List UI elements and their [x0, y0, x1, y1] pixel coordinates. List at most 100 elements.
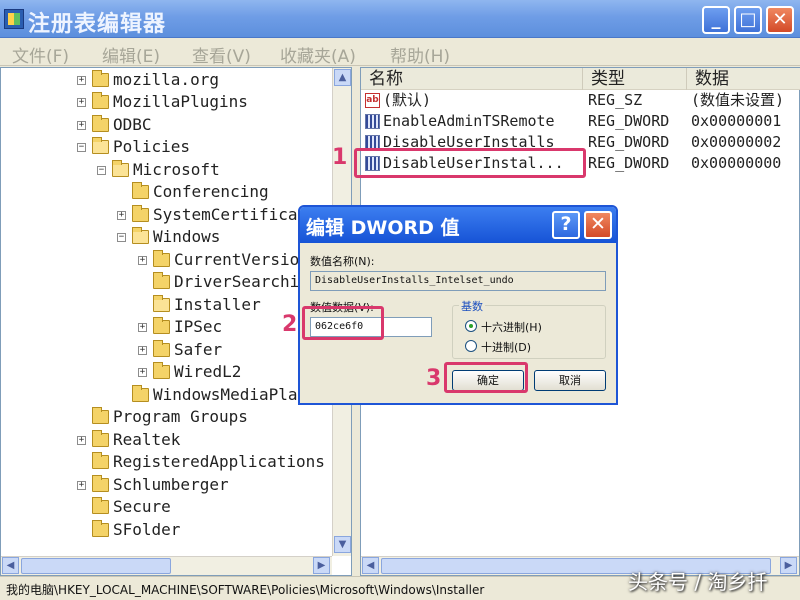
open-folder-icon [153, 295, 170, 312]
tree-item-label: Conferencing [153, 182, 269, 201]
tree-item-label: mozilla.org [113, 70, 219, 89]
dialog-close-button[interactable]: ✕ [584, 211, 612, 239]
tree-item-label: CurrentVersion [174, 250, 309, 269]
collapse-icon[interactable]: − [97, 166, 106, 175]
scroll-left-arrow-icon[interactable]: ◀ [362, 557, 379, 574]
scroll-thumb[interactable] [21, 558, 171, 574]
menu-favorites[interactable]: 收藏夹(A) [280, 42, 356, 67]
tree-item-label: RegisteredApplications [113, 452, 325, 471]
step-badge-2: 2 [282, 312, 298, 337]
value-row-default[interactable]: ab (默认) REG_SZ (数值未设置) [361, 90, 800, 111]
value-row-enableadmintsremote[interactable]: EnableAdminTSRemote REG_DWORD 0x00000001 [361, 111, 800, 132]
value-name-field: DisableUserInstalls_Intelset_undo [310, 271, 606, 291]
scroll-right-arrow-icon[interactable]: ▶ [313, 557, 330, 574]
step-badge-1: 1 [332, 145, 348, 170]
tree-item-label: Policies [113, 137, 191, 156]
expand-icon[interactable]: + [77, 98, 86, 107]
scroll-left-arrow-icon[interactable]: ◀ [2, 557, 19, 574]
value-data: 0x00000002 [691, 133, 782, 151]
dword-value-icon [365, 114, 380, 129]
tree-item-label: SFolder [113, 520, 181, 539]
tree-horizontal-scrollbar[interactable]: ◀ ▶ [1, 556, 332, 575]
folder-icon [92, 430, 109, 447]
column-header-data[interactable]: 数据 [687, 68, 800, 90]
step-badge-3: 3 [426, 366, 442, 391]
expand-icon[interactable]: + [138, 256, 147, 265]
maximize-button[interactable]: □ [734, 6, 762, 34]
scroll-down-arrow-icon[interactable]: ▼ [334, 536, 351, 553]
folder-icon [153, 317, 170, 334]
close-button[interactable]: ✕ [766, 6, 794, 34]
scroll-right-arrow-icon[interactable]: ▶ [780, 557, 797, 574]
value-data: 0x00000000 [691, 154, 782, 172]
menu-help[interactable]: 帮助(H) [390, 42, 450, 67]
help-button[interactable]: ? [552, 211, 580, 239]
cancel-button[interactable]: 取消 [534, 370, 606, 391]
base-groupbox: 基数 十六进制(H) 十进制(D) [452, 298, 606, 359]
tree-item-label: Windows [153, 227, 221, 246]
base-label: 基数 [459, 298, 485, 314]
hex-radio[interactable] [465, 320, 477, 332]
value-data: 0x00000001 [691, 112, 782, 130]
scroll-up-arrow-icon[interactable]: ▲ [334, 69, 351, 86]
collapse-icon[interactable]: − [77, 143, 86, 152]
tree-item-label: ODBC [113, 115, 152, 134]
expand-icon[interactable]: + [117, 211, 126, 220]
value-type: REG_DWORD [588, 133, 670, 151]
open-folder-icon [92, 137, 109, 154]
decimal-radio[interactable] [465, 340, 477, 352]
expand-icon[interactable]: + [138, 368, 147, 377]
step-highlight-1 [354, 148, 586, 178]
value-type: REG_DWORD [588, 112, 670, 130]
folder-icon [92, 520, 109, 537]
folder-icon [92, 452, 109, 469]
tree-item-label: Realtek [113, 430, 181, 449]
window-titlebar[interactable]: 注册表编辑器 _ □ ✕ [0, 0, 800, 38]
tree-item-label: Schlumberger [113, 475, 229, 494]
value-type: REG_SZ [588, 91, 643, 109]
folder-icon [92, 407, 109, 424]
step-highlight-3 [444, 362, 528, 393]
value-name: (默认) [383, 91, 432, 109]
expand-icon[interactable]: + [77, 481, 86, 490]
folder-icon [92, 475, 109, 492]
watermark-text: 头条号 / 淘乡扦 [628, 570, 768, 594]
folder-icon [153, 272, 170, 289]
tree-item-label: IPSec [174, 317, 223, 336]
value-type: REG_DWORD [588, 154, 670, 172]
column-header-type[interactable]: 类型 [583, 68, 687, 90]
expand-icon[interactable]: + [138, 346, 147, 355]
folder-icon [132, 205, 149, 222]
regedit-app-icon [4, 9, 24, 29]
open-folder-icon [132, 227, 149, 244]
menu-view[interactable]: 查看(V) [192, 42, 251, 67]
folder-icon [92, 115, 109, 132]
folder-icon [92, 92, 109, 109]
open-folder-icon [112, 160, 129, 177]
dialog-title: 编辑 DWORD 值 [306, 217, 460, 239]
tree-item-label: MozillaPlugins [113, 92, 248, 111]
collapse-icon[interactable]: − [117, 233, 126, 242]
expand-icon[interactable]: + [77, 121, 86, 130]
hex-radio-label[interactable]: 十六进制(H) [481, 319, 542, 335]
value-name-label: 数值名称(N): [310, 255, 375, 268]
folder-icon [132, 385, 149, 402]
expand-icon[interactable]: + [77, 76, 86, 85]
folder-icon [153, 250, 170, 267]
decimal-radio-label[interactable]: 十进制(D) [481, 339, 531, 355]
menu-edit[interactable]: 编辑(E) [102, 42, 160, 67]
folder-icon [132, 182, 149, 199]
folder-icon [153, 340, 170, 357]
expand-icon[interactable]: + [77, 436, 86, 445]
column-header-name[interactable]: 名称 [361, 68, 583, 90]
menu-file[interactable]: 文件(F) [12, 42, 69, 67]
window-title: 注册表编辑器 [28, 12, 167, 37]
tree-item-label: Safer [174, 340, 223, 359]
status-path: 我的电脑\HKEY_LOCAL_MACHINE\SOFTWARE\Policie… [6, 583, 485, 597]
tree-item-label: Secure [113, 497, 171, 516]
string-value-icon: ab [365, 93, 380, 108]
dialog-titlebar[interactable]: 编辑 DWORD 值 ? ✕ [300, 207, 616, 243]
folder-icon [153, 362, 170, 379]
expand-icon[interactable]: + [138, 323, 147, 332]
minimize-button[interactable]: _ [702, 6, 730, 34]
